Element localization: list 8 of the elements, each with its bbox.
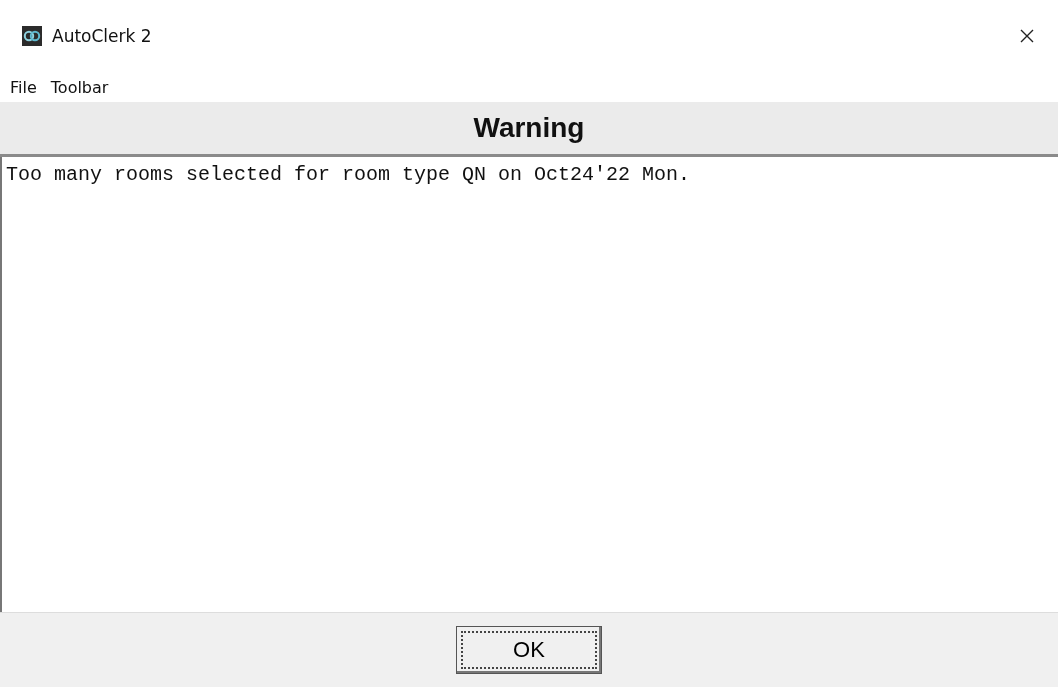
dialog-heading: Warning [473,112,585,144]
warning-message: Too many rooms selected for room type QN on Oct24'22 Mon. [6,163,691,186]
close-button[interactable] [1018,27,1036,45]
window-title: AutoClerk 2 [52,26,152,46]
menu-item[interactable]: Toolbar [50,77,109,97]
app-logo-icon [22,26,42,46]
menu-item[interactable]: File [10,77,37,97]
ok-button[interactable]: OK [456,626,602,674]
